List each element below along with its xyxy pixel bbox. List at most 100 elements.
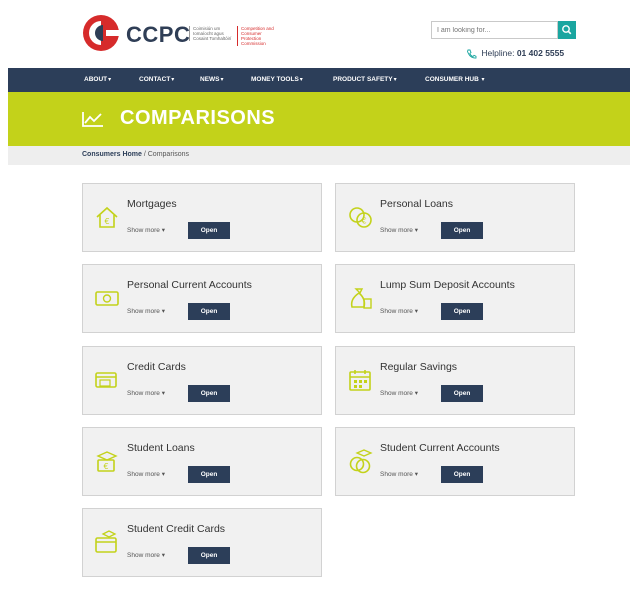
coins-icon: € xyxy=(349,207,372,228)
nav-item-consumer-hub[interactable]: CONSUMER HUB ▾ xyxy=(425,68,485,92)
comparison-card-personal-loans: € Personal Loans Show more ▾ Open xyxy=(335,183,575,252)
student-coins-icon xyxy=(349,449,373,474)
line-chart-icon xyxy=(82,112,103,127)
caret-down-icon: ▾ xyxy=(161,227,165,234)
search-icon xyxy=(562,25,572,35)
show-more-toggle[interactable]: Show more ▾ xyxy=(380,226,418,234)
nav-item-money-tools[interactable]: MONEY TOOLS▾ xyxy=(251,68,303,92)
show-more-toggle[interactable]: Show more ▾ xyxy=(127,389,165,397)
nav-item-news[interactable]: NEWS▾ xyxy=(200,68,224,92)
card-title: Personal Loans xyxy=(380,198,453,210)
comparison-card-credit-cards: Credit Cards Show more ▾ Open xyxy=(82,346,322,415)
caret-down-icon: ▾ xyxy=(414,471,418,478)
page-banner: COMPARISONS xyxy=(8,92,630,146)
logo-subtitle-irish: Coimisiún um Iomaíocht agus Cosaint Tomh… xyxy=(189,26,234,41)
helpline-number[interactable]: 01 402 5555 xyxy=(517,48,564,58)
comparison-card-lump-sum-deposit-accounts: Lump Sum Deposit Accounts Show more ▾ Op… xyxy=(335,264,575,333)
student-loan-icon: € xyxy=(96,451,118,472)
nav-item-product-safety[interactable]: PRODUCT SAFETY▾ xyxy=(333,68,397,92)
caret-down-icon: ▾ xyxy=(161,552,165,559)
show-more-label: Show more xyxy=(127,471,160,478)
card-title: Student Loans xyxy=(127,442,195,454)
caret-down-icon: ▾ xyxy=(414,308,418,315)
student-card-icon xyxy=(95,530,117,553)
nav-item-contact[interactable]: CONTACT▾ xyxy=(139,68,174,92)
page-title: COMPARISONS xyxy=(120,107,276,129)
show-more-toggle[interactable]: Show more ▾ xyxy=(127,551,165,559)
nav-item-about[interactable]: ABOUT▾ xyxy=(84,68,111,92)
show-more-label: Show more xyxy=(127,227,160,234)
show-more-label: Show more xyxy=(380,471,413,478)
show-more-label: Show more xyxy=(380,308,413,315)
card-title: Regular Savings xyxy=(380,361,458,373)
ccpc-logo[interactable]: CCPC Coimisiún um Iomaíocht agus Cosaint… xyxy=(82,14,302,54)
caret-down-icon: ▾ xyxy=(161,390,165,397)
caret-down-icon: ▾ xyxy=(161,308,165,315)
chevron-down-icon: ▾ xyxy=(108,77,112,83)
open-button[interactable]: Open xyxy=(188,385,230,402)
open-button[interactable]: Open xyxy=(441,303,483,320)
show-more-label: Show more xyxy=(127,390,160,397)
nav-item-label: ABOUT xyxy=(84,76,108,83)
chevron-down-icon: ▾ xyxy=(393,77,397,83)
card-title: Student Credit Cards xyxy=(127,523,226,535)
helpline: Helpline: 01 402 5555 xyxy=(466,48,564,59)
caret-down-icon: ▾ xyxy=(414,390,418,397)
show-more-label: Show more xyxy=(380,390,413,397)
caret-down-icon: ▾ xyxy=(414,227,418,234)
logo-text: CCPC xyxy=(126,22,191,47)
open-button[interactable]: Open xyxy=(441,222,483,239)
open-button[interactable]: Open xyxy=(188,303,230,320)
chevron-down-icon: ▾ xyxy=(479,77,485,83)
open-button[interactable]: Open xyxy=(188,222,230,239)
comparison-card-student-loans: € Student Loans Show more ▾ Open xyxy=(82,427,322,496)
card-title: Student Current Accounts xyxy=(380,442,500,454)
card-title: Credit Cards xyxy=(127,361,186,373)
house-icon: € xyxy=(96,206,118,228)
show-more-label: Show more xyxy=(127,552,160,559)
nav-item-label: CONSUMER HUB xyxy=(425,76,479,83)
logo-subtitle-english: Competition and Consumer Protection Comm… xyxy=(237,26,282,46)
nav-item-label: CONTACT xyxy=(139,76,171,83)
main-nav: ABOUT▾ CONTACT▾ NEWS▾ MONEY TOOLS▾ PRODU… xyxy=(8,68,630,92)
open-button[interactable]: Open xyxy=(441,385,483,402)
phone-icon xyxy=(467,49,477,59)
chevron-down-icon: ▾ xyxy=(220,77,224,83)
credit-card-icon xyxy=(95,372,117,388)
chevron-down-icon: ▾ xyxy=(171,77,175,83)
card-title: Personal Current Accounts xyxy=(127,279,252,291)
show-more-label: Show more xyxy=(127,308,160,315)
svg-text:€: € xyxy=(104,217,109,226)
show-more-toggle[interactable]: Show more ▾ xyxy=(380,307,418,315)
open-button[interactable]: Open xyxy=(188,547,230,564)
money-bag-icon xyxy=(350,288,372,309)
ccpc-logo-mark-icon xyxy=(83,15,120,51)
helpline-label: Helpline: xyxy=(481,48,515,58)
breadcrumb-home-link[interactable]: Consumers Home xyxy=(82,151,142,158)
search-button[interactable] xyxy=(558,21,576,39)
show-more-label: Show more xyxy=(380,227,413,234)
nav-item-label: PRODUCT SAFETY xyxy=(333,76,393,83)
show-more-toggle[interactable]: Show more ▾ xyxy=(380,389,418,397)
open-button[interactable]: Open xyxy=(188,466,230,483)
breadcrumb-bar: Consumers Home / Comparisons xyxy=(8,146,630,165)
comparison-card-student-current-accounts: Student Current Accounts Show more ▾ Ope… xyxy=(335,427,575,496)
show-more-toggle[interactable]: Show more ▾ xyxy=(127,226,165,234)
show-more-toggle[interactable]: Show more ▾ xyxy=(127,470,165,478)
comparison-card-student-credit-cards: Student Credit Cards Show more ▾ Open xyxy=(82,508,322,577)
caret-down-icon: ▾ xyxy=(161,471,165,478)
card-title: Mortgages xyxy=(127,198,177,210)
show-more-toggle[interactable]: Show more ▾ xyxy=(127,307,165,315)
comparison-card-regular-savings: Regular Savings Show more ▾ Open xyxy=(335,346,575,415)
svg-text:€: € xyxy=(103,462,108,471)
svg-text:€: € xyxy=(361,217,366,226)
show-more-toggle[interactable]: Show more ▾ xyxy=(380,470,418,478)
nav-item-label: NEWS xyxy=(200,76,220,83)
search-input[interactable] xyxy=(431,21,558,39)
calendar-icon xyxy=(349,370,371,391)
card-title: Lump Sum Deposit Accounts xyxy=(380,279,515,291)
open-button[interactable]: Open xyxy=(441,466,483,483)
banknote-icon xyxy=(95,291,119,306)
breadcrumb-current: Comparisons xyxy=(147,151,189,158)
chevron-down-icon: ▾ xyxy=(299,77,303,83)
